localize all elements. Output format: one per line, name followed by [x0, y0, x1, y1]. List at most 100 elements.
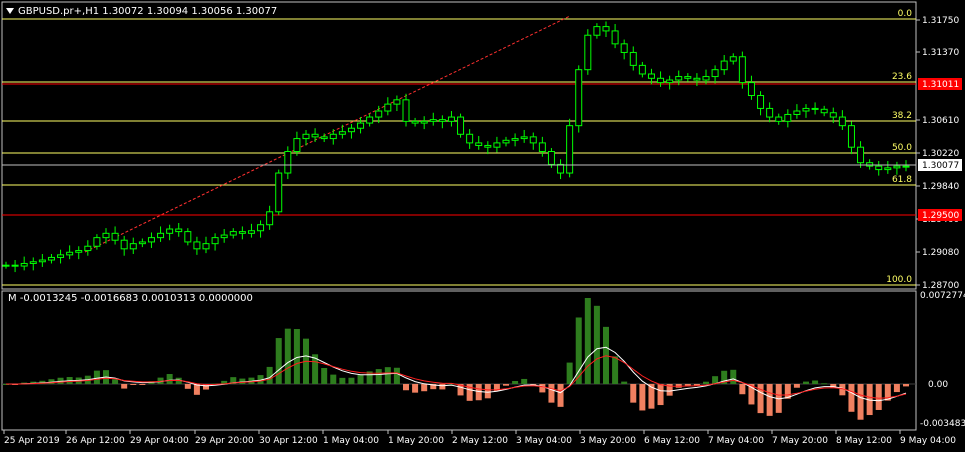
candle-body — [493, 142, 501, 148]
candle-body — [84, 245, 92, 252]
candle-body — [447, 116, 455, 122]
candle-body — [793, 110, 801, 115]
dropdown-triangle-icon[interactable] — [6, 8, 14, 14]
time-tick-label: 8 May 12:00 — [836, 436, 892, 446]
indicator-axis-top: 0.0072774 — [920, 291, 965, 301]
candle-body — [338, 131, 346, 135]
hist-bar-positive — [239, 378, 246, 384]
candle-body — [666, 79, 674, 84]
hist-bar-negative — [857, 384, 864, 420]
indicator-histogram — [3, 298, 909, 420]
candle-body — [757, 95, 765, 109]
hist-bar-negative — [403, 384, 409, 391]
fib-level-label: 38.2 — [892, 111, 912, 121]
hist-bar-negative — [484, 384, 491, 399]
candle-body — [529, 136, 537, 144]
hline-upper-value: 1.31011 — [922, 80, 959, 90]
candle-body — [593, 26, 601, 36]
candle-body — [811, 107, 819, 110]
time-tick-label: 26 Apr 12:00 — [66, 436, 125, 446]
candle-body — [747, 82, 755, 97]
current-price-value: 1.30077 — [922, 161, 959, 171]
candle-body — [575, 69, 583, 127]
time-tick-label: 1 May 04:00 — [323, 436, 379, 446]
hist-bar-negative — [539, 384, 546, 393]
candle-body — [229, 231, 237, 236]
price-tick-label: 1.30220 — [922, 149, 959, 159]
candle-body — [184, 231, 192, 243]
price-axis: 1.317501.313701.306101.302201.298401.294… — [916, 16, 959, 291]
hline-lower-value: 1.29500 — [922, 211, 959, 221]
candle-body — [375, 110, 383, 118]
price-tick-label: 1.29840 — [922, 182, 959, 192]
candle-body — [102, 232, 110, 239]
candle-body — [675, 76, 683, 81]
hist-bar-negative — [875, 384, 882, 410]
time-tick-label: 30 Apr 12:00 — [259, 436, 318, 446]
time-tick-label: 29 Apr 04:00 — [130, 436, 189, 446]
hist-bar-negative — [439, 384, 446, 390]
candle-body — [802, 107, 810, 112]
candle-body — [11, 264, 19, 267]
candle-body — [138, 241, 146, 245]
hist-bar-negative — [630, 384, 637, 403]
candle-body — [420, 120, 428, 124]
candle-body — [902, 165, 910, 168]
candle-body — [647, 73, 655, 79]
candle-body — [484, 144, 492, 148]
candle-body — [275, 172, 283, 213]
price-tick-label: 1.29080 — [922, 248, 959, 258]
hist-bar-positive — [803, 381, 809, 384]
candle-body — [629, 51, 637, 66]
fib-level-label: 61.8 — [892, 175, 912, 185]
candle-body — [547, 151, 555, 165]
candle-body — [611, 30, 619, 45]
hist-bar-positive — [348, 377, 355, 384]
candle-body — [20, 262, 28, 267]
chart-canvas[interactable]: 0.0 23.6 38.2 50.0 61.8 100.0 1.31750 1.31370 1… — [0, 0, 965, 452]
hist-bar-positive — [621, 381, 628, 384]
hist-bar-positive — [275, 338, 282, 384]
fib-level-label: 0.0 — [898, 9, 913, 19]
candle-body — [202, 243, 210, 250]
candle-body — [738, 56, 746, 84]
candle-body — [29, 261, 37, 264]
candle-body — [511, 138, 519, 141]
candle-body — [66, 251, 74, 256]
price-tick-label: 1.31750 — [922, 16, 959, 26]
candle-body — [866, 162, 874, 167]
candle-body — [557, 163, 565, 174]
candle-body — [438, 119, 446, 122]
hist-bar-positive — [284, 328, 291, 384]
candle-body — [820, 108, 828, 114]
time-tick-label: 6 May 12:00 — [644, 436, 700, 446]
candle-body — [638, 64, 646, 75]
price-tick-label: 1.28700 — [922, 281, 959, 291]
candle-body — [466, 133, 474, 144]
fib-level-label: 100.0 — [886, 275, 912, 285]
candle-body — [111, 232, 119, 241]
candle-body — [302, 133, 310, 140]
hist-bar-negative — [139, 384, 146, 385]
time-tick-label: 25 Apr 2019 — [4, 436, 60, 446]
fibonacci-trendline[interactable] — [84, 15, 571, 253]
candle-body — [320, 136, 328, 140]
hist-bar-positive — [321, 368, 328, 384]
candle-body — [57, 254, 65, 258]
candle-body — [147, 237, 155, 243]
hist-bar-positive — [375, 369, 382, 384]
candle-body — [520, 136, 528, 140]
candle-body — [175, 228, 183, 233]
candle-body — [347, 127, 355, 133]
candle-body — [893, 165, 901, 169]
price-tick-label: 1.31370 — [922, 48, 959, 58]
candle-body — [402, 99, 410, 122]
candle-body — [857, 146, 865, 164]
candle-body — [75, 250, 83, 253]
hist-bar-positive — [384, 367, 391, 384]
candle-body — [720, 60, 728, 71]
candle-body — [284, 151, 292, 174]
hist-bar-negative — [848, 384, 855, 412]
candle-body — [329, 133, 337, 140]
price-tick-label: 1.30610 — [922, 116, 959, 126]
